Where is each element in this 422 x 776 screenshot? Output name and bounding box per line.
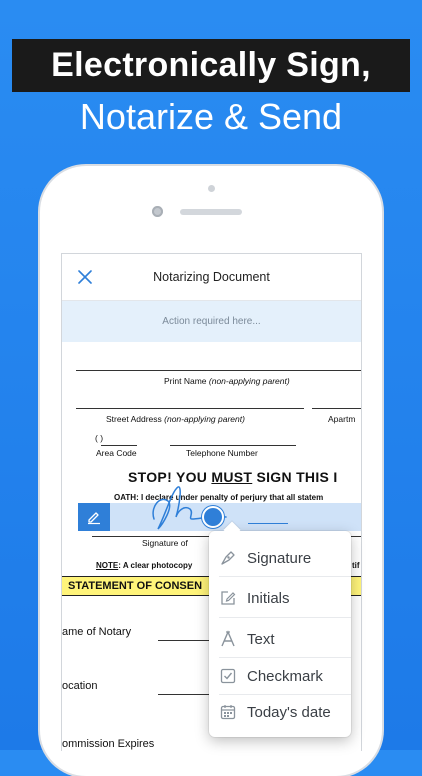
note-tail: tif — [352, 561, 360, 570]
drag-handle[interactable] — [202, 506, 224, 528]
menu-divider — [219, 576, 351, 577]
telephone-line — [170, 445, 296, 446]
note-text: NOTE: A clear photocopy — [96, 561, 193, 570]
print-name-label: Print Name (non-applying parent) — [164, 376, 290, 386]
navigation-bar: Notarizing Document — [62, 254, 361, 301]
menu-label-text: Text — [247, 630, 275, 648]
street-address-line — [76, 408, 304, 409]
print-name-line — [76, 370, 361, 371]
checkbox-icon — [219, 667, 237, 685]
edit-field-button[interactable] — [78, 503, 110, 531]
menu-label-initials: Initials — [247, 589, 290, 607]
menu-item-signature[interactable]: Signature — [209, 539, 351, 577]
menu-label-todays-date: Today's date — [247, 703, 331, 721]
commission-expires-label: ommission Expires — [62, 738, 155, 750]
earpiece-speaker — [180, 209, 242, 215]
area-code-line — [101, 445, 137, 446]
area-code-paren: ( ) — [95, 433, 104, 443]
menu-label-signature: Signature — [247, 549, 312, 567]
area-code-label: Area Code — [96, 448, 137, 458]
apartment-label: Apartm — [328, 414, 356, 424]
menu-divider — [219, 617, 351, 618]
action-required-banner[interactable]: Action required here... — [62, 301, 361, 342]
menu-item-checkmark[interactable]: Checkmark — [209, 657, 351, 695]
pen-nib-icon — [219, 549, 237, 567]
text-a-icon — [219, 630, 237, 648]
signature-underline — [248, 523, 288, 524]
telephone-label: Telephone Number — [186, 448, 258, 458]
field-type-menu: Signature Initials Text Checkmark Today'… — [209, 521, 351, 737]
subheadline: Notarize & Send — [79, 96, 343, 137]
signature-scribble — [152, 486, 227, 530]
headline: Electronically Sign, — [51, 46, 371, 84]
page-title: Notarizing Document — [153, 270, 270, 284]
front-camera-icon — [152, 206, 163, 217]
menu-item-todays-date[interactable]: Today's date — [209, 693, 351, 731]
name-of-notary-label: ame of Notary — [62, 626, 132, 638]
calendar-icon — [219, 703, 237, 721]
menu-item-initials[interactable]: Initials — [209, 579, 351, 617]
location-label: ocation — [62, 680, 98, 692]
signature-of-label: Signature of — [142, 538, 188, 548]
menu-item-text[interactable]: Text — [209, 620, 351, 658]
street-address-label: Street Address (non-applying parent) — [106, 414, 245, 424]
headline-banner: Electronically Sign, — [12, 39, 410, 92]
pencil-icon — [88, 512, 100, 525]
proximity-sensor — [208, 185, 215, 192]
menu-label-checkmark: Checkmark — [247, 667, 323, 685]
apartment-line — [312, 408, 361, 409]
edit-square-icon — [219, 589, 237, 607]
